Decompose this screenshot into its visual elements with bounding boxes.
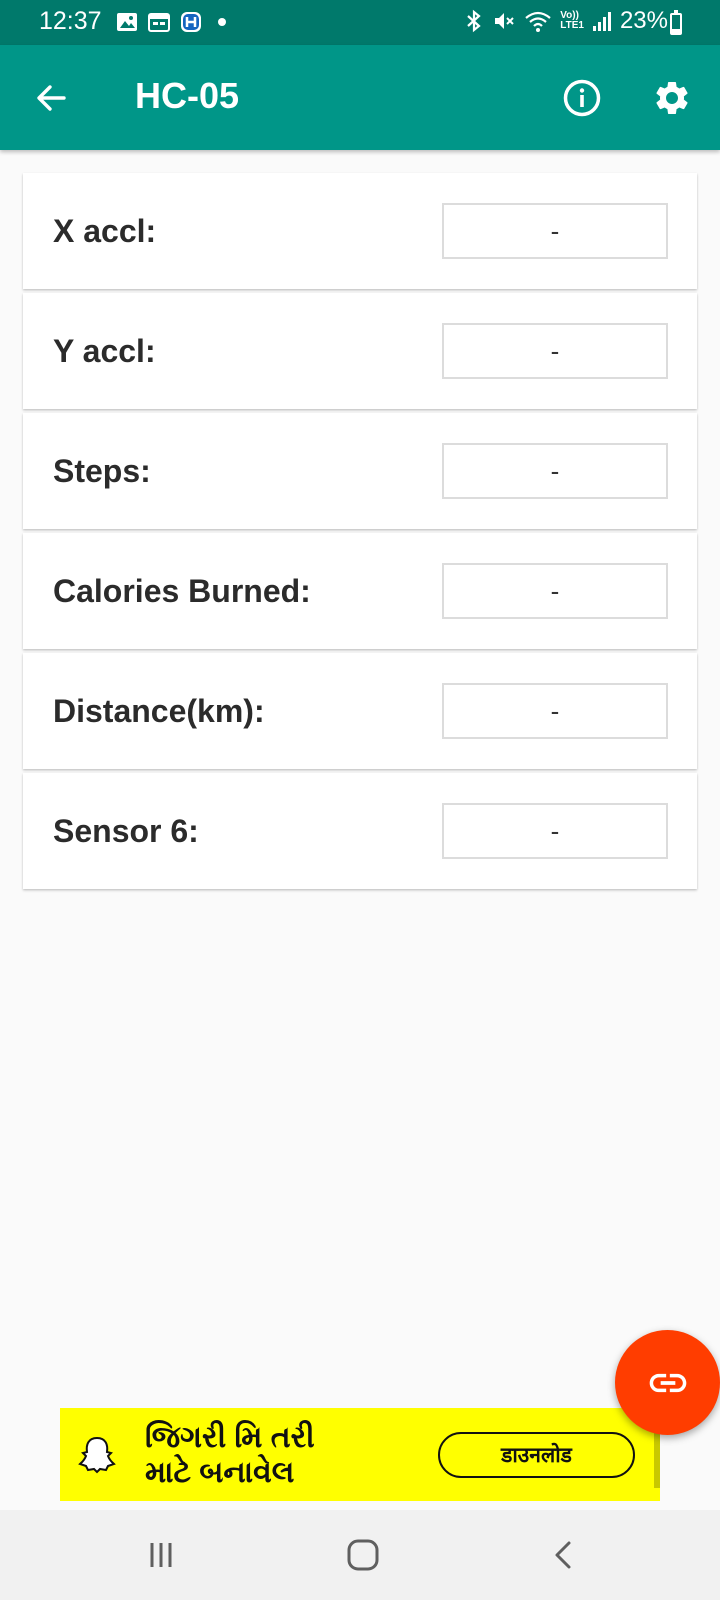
sensor-value: - [442,323,668,379]
calendar-icon [148,13,170,32]
status-time: 12:37 [39,7,102,35]
mute-icon [495,13,514,29]
battery-icon [670,10,682,35]
sensor-value: - [442,563,668,619]
nav-back-icon [555,1541,571,1569]
ad-text-line-1: જિગરી મિ તરી [145,1421,315,1454]
system-status-icons: Vo)) LTE1 23% [464,7,668,35]
gear-icon [656,82,688,114]
sensor-card-y-accl: Y accl: - [23,293,697,409]
sensor-label: Steps: [53,453,151,489]
battery-percent: 23% [619,7,668,34]
sensor-label: X accl: [53,213,157,249]
snapchat-ghost-icon [78,1436,116,1474]
ad-text: જિગરી મિ તરી માટે બનાવેલ [145,1420,315,1490]
sensor-label: Distance(km): [53,693,265,729]
link-icon [649,1373,686,1392]
sensor-value: - [442,203,668,259]
sensor-label: Calories Burned: [53,573,311,609]
bluetooth-icon [467,9,481,33]
h-app-icon [181,12,201,32]
wifi-icon [525,11,551,32]
home-button[interactable] [333,1530,393,1580]
ad-text-line-2: માટે બનાવેલ [145,1456,295,1489]
navigation-bar [0,1510,720,1600]
sensor-value: - [442,683,668,739]
sensor-list: X accl: - Y accl: - Steps: - Calories Bu… [23,173,697,893]
sensor-label: Sensor 6: [53,813,199,849]
recents-icon [150,1543,172,1567]
sensor-card-calories: Calories Burned: - [23,533,697,649]
home-icon [347,1539,379,1571]
ad-banner[interactable]: જિગરી મિ તરી માટે બનાવેલ डाउनलोड [60,1408,660,1501]
gallery-icon [117,13,137,31]
sensor-label: Y accl: [53,333,156,369]
sensor-value: - [442,803,668,859]
notification-dot [218,18,226,26]
sensor-card-sensor-6: Sensor 6: - [23,773,697,889]
lte-label: LTE1 [560,20,584,31]
signal-icon [592,12,611,31]
sensor-card-distance: Distance(km): - [23,653,697,769]
notification-icons [116,11,226,33]
arrow-back-icon [37,85,66,111]
info-button[interactable] [558,74,606,122]
volte-lte-icon: Vo)) LTE1 [560,11,584,31]
battery-fill [672,28,680,33]
connect-fab[interactable] [615,1330,720,1435]
sensor-card-steps: Steps: - [23,413,697,529]
sensor-card-x-accl: X accl: - [23,173,697,289]
back-button[interactable] [26,73,76,123]
ad-download-button[interactable]: डाउनलोड [438,1432,635,1478]
info-icon [563,79,601,117]
recents-button[interactable] [131,1530,191,1580]
sensor-value: - [442,443,668,499]
settings-button[interactable] [648,74,696,122]
status-bar: 12:37 Vo)) LTE1 23% [0,0,720,45]
app-bar: HC-05 [0,45,720,150]
page-title: HC-05 [135,75,240,116]
nav-back-button[interactable] [534,1530,594,1580]
